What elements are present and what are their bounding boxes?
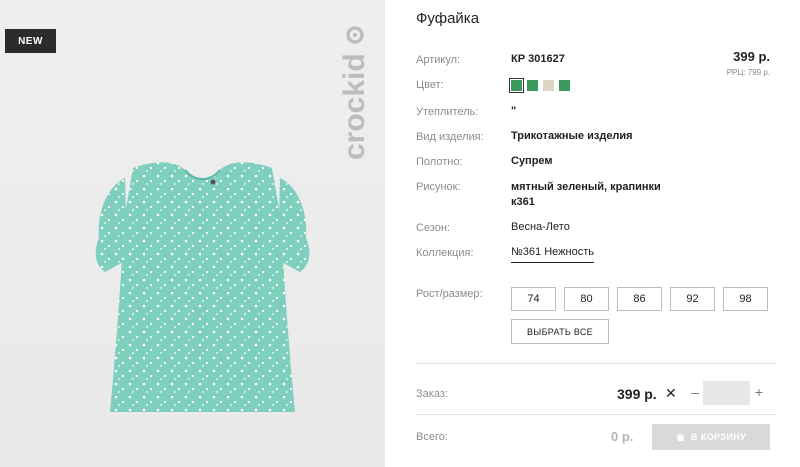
color-label: Цвет: (416, 79, 444, 91)
pattern-label: Рисунок: (416, 181, 461, 193)
collection-link[interactable]: №361 Нежность (511, 245, 594, 263)
color-swatch[interactable] (543, 80, 554, 91)
size-option[interactable]: 86 (617, 287, 662, 311)
size-option[interactable]: 80 (564, 287, 609, 311)
divider (416, 414, 776, 415)
add-to-cart-button[interactable]: В КОРЗИНУ (652, 424, 770, 450)
fabric-label: Полотно: (416, 156, 463, 168)
product-image[interactable]: NEW crockid (0, 0, 385, 467)
color-swatch[interactable] (527, 80, 538, 91)
quantity-decrease-button[interactable]: – (690, 384, 700, 400)
order-label: Заказ: (416, 388, 448, 400)
season-value: Весна-Лето (511, 221, 570, 233)
season-label: Сезон: (416, 222, 450, 234)
type-value: Трикотажные изделия (511, 130, 633, 142)
size-option[interactable]: 92 (670, 287, 715, 311)
product-title: Фуфайка (416, 10, 480, 27)
pattern-value-line1: мятный зеленый, крапинки (511, 181, 661, 193)
collection-label: Коллекция: (416, 247, 474, 259)
brand-logo: crockid (338, 26, 371, 160)
size-options: 74 80 86 92 98 (511, 287, 768, 311)
add-to-cart-label: В КОРЗИНУ (690, 432, 747, 442)
garment-illustration (95, 162, 310, 412)
select-all-button[interactable]: ВЫБРАТЬ ВСЕ (511, 319, 609, 344)
color-swatch[interactable] (559, 80, 570, 91)
cart-icon (676, 432, 685, 441)
product-price: 399 р. (733, 49, 770, 64)
fabric-value: Супрем (511, 155, 553, 167)
color-swatch[interactable] (509, 78, 524, 93)
new-badge: NEW (5, 29, 56, 53)
color-swatches (509, 78, 570, 93)
multiply-icon: ✕ (665, 385, 677, 401)
divider (416, 363, 776, 364)
insulation-value: " (511, 105, 517, 117)
order-price: 399 р. (617, 386, 657, 402)
quantity-increase-button[interactable]: + (754, 384, 764, 400)
size-label: Рост/размер: (416, 288, 483, 300)
pattern-value-line2: к361 (511, 196, 535, 208)
insulation-label: Утеплитель: (416, 106, 479, 118)
article-label: Артикул: (416, 54, 461, 66)
brand-logo-text: crockid (338, 53, 371, 160)
article-value: КР 301627 (511, 53, 565, 65)
total-price: 0 р. (611, 429, 634, 444)
type-label: Вид изделия: (416, 131, 484, 143)
quantity-input[interactable] (703, 381, 750, 405)
total-label: Всего: (416, 431, 448, 443)
recommended-retail-price: РРЦ: 799 р. (726, 68, 770, 77)
size-option[interactable]: 98 (723, 287, 768, 311)
product-details: Фуфайка 399 р. РРЦ: 799 р. Артикул: КР 3… (416, 0, 776, 467)
size-option[interactable]: 74 (511, 287, 556, 311)
